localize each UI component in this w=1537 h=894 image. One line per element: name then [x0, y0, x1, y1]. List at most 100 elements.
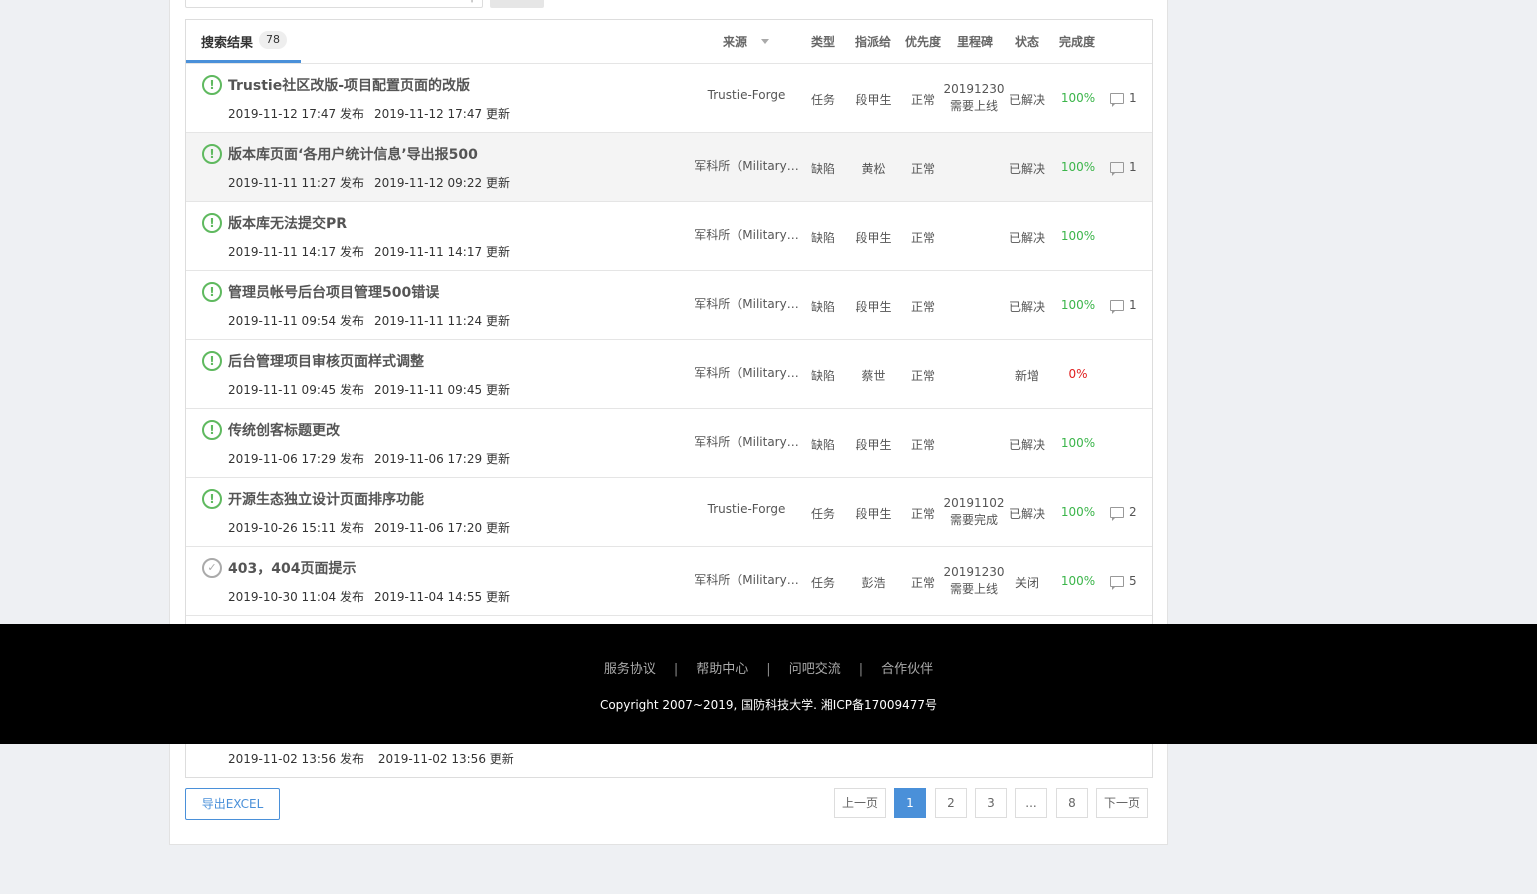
updated-label: 更新 — [489, 752, 514, 766]
published-label: 发布 — [339, 383, 364, 397]
issue-title[interactable]: 版本库无法提交PR — [228, 213, 347, 233]
issue-source: Trustie-Forge — [707, 88, 786, 102]
comment-count[interactable]: 2 — [1110, 505, 1142, 521]
issue-progress: 100% — [1060, 160, 1096, 174]
updated-time: 2019-11-11 09:45 — [373, 383, 483, 397]
issue-progress: 100% — [1060, 298, 1096, 312]
updated-label: 更新 — [485, 383, 510, 397]
tab-label: 搜索结果 — [201, 36, 254, 51]
search-input[interactable]: ⚲ — [185, 0, 483, 8]
issue-priority: 正常 — [910, 300, 935, 314]
footer-separator: | — [673, 662, 679, 677]
exclamation-icon: ! — [202, 420, 222, 440]
issue-meta: 2019-11-11 11:27 发布 2019-11-12 09:22 更新 — [228, 174, 510, 191]
updated-label: 更新 — [485, 245, 510, 259]
issue-progress: 100% — [1060, 505, 1096, 519]
updated-label: 更新 — [485, 521, 510, 535]
footer-link-help[interactable]: 帮助中心 — [696, 662, 748, 677]
table-row[interactable]: ! 版本库页面‘各用户统计信息’导出报500 2019-11-11 11:27 发布… — [186, 133, 1152, 202]
chevron-down-icon[interactable] — [761, 39, 769, 44]
exclamation-icon: ! — [202, 213, 222, 233]
page-ellipsis: ... — [1015, 788, 1047, 818]
issue-meta: 2019-10-30 11:04 发布 2019-11-04 14:55 更新 — [228, 588, 510, 605]
footer-link-forum[interactable]: 问吧交流 — [789, 662, 841, 677]
comment-count[interactable]: 1 — [1110, 160, 1142, 176]
updated-label: 更新 — [485, 176, 510, 190]
tab-search-results[interactable]: 搜索结果 78 — [186, 20, 301, 63]
table-row[interactable]: ✓ 403，404页面提示 2019-10-30 11:04 发布 2019-11-0… — [186, 547, 1152, 616]
issue-progress: 100% — [1060, 574, 1096, 588]
issue-title[interactable]: 后台管理项目审核页面样式调整 — [228, 351, 424, 371]
issue-milestone: 20191102 需要完成 — [943, 495, 1005, 529]
next-page-button[interactable]: 下一页 — [1096, 788, 1148, 818]
table-row[interactable]: ! 版本库无法提交PR 2019-11-11 14:17 发布 2019-11-11 … — [186, 202, 1152, 271]
issue-source: 军科所（Military… — [694, 435, 799, 449]
issue-type: 缺陷 — [810, 231, 835, 245]
published-label: 发布 — [339, 176, 364, 190]
issue-status: 已解决 — [1008, 438, 1045, 452]
issue-title[interactable]: 传统创客标题更改 — [228, 420, 340, 440]
comment-count[interactable]: 1 — [1110, 298, 1142, 314]
milestone-date: 20191230 — [943, 565, 1005, 579]
updated-time: 2019-11-06 17:29 — [373, 452, 483, 466]
table-row[interactable]: ! 管理员帐号后台项目管理500错误 2019-11-11 09:54 发布 2019… — [186, 271, 1152, 340]
published-label: 发布 — [339, 590, 364, 604]
issue-status: 关闭 — [1014, 576, 1039, 590]
issue-progress: 0% — [1068, 367, 1088, 381]
issue-status: 已解决 — [1008, 231, 1045, 245]
footer-link-terms[interactable]: 服务协议 — [604, 662, 656, 677]
table-row[interactable]: ! Trustie社区改版-项目配置页面的改版 2019-11-12 17:47 发… — [186, 64, 1152, 133]
page-button-3[interactable]: 3 — [975, 788, 1007, 818]
issue-type: 缺陷 — [810, 300, 835, 314]
milestone-note: 需要上线 — [949, 582, 998, 596]
updated-time: 2019-11-12 17:47 — [373, 107, 483, 121]
issue-assignee: 彭浩 — [861, 576, 886, 590]
issue-status: 已解决 — [1008, 162, 1045, 176]
column-milestone: 里程碑 — [957, 35, 994, 49]
published-time: 2019-11-11 11:27 — [228, 176, 337, 190]
comment-count-value: 5 — [1129, 574, 1137, 588]
issue-title[interactable]: Trustie社区改版-项目配置页面的改版 — [228, 75, 470, 95]
milestone-note: 需要完成 — [949, 513, 998, 527]
table-row[interactable]: ! 传统创客标题更改 2019-11-06 17:29 发布 2019-11-06 1… — [186, 409, 1152, 478]
issue-title[interactable]: 版本库页面‘各用户统计信息’导出报500 — [228, 144, 478, 164]
footer-link-partners[interactable]: 合作伙伴 — [881, 662, 933, 677]
issue-type: 缺陷 — [810, 162, 835, 176]
published-time: 2019-11-11 09:54 — [228, 314, 337, 328]
issue-assignee: 段甲生 — [855, 93, 892, 107]
issue-priority: 正常 — [910, 231, 935, 245]
search-icon[interactable]: ⚲ — [468, 0, 476, 4]
table-row[interactable]: ! 开源生态独立设计页面排序功能 2019-10-26 15:11 发布 2019-1… — [186, 478, 1152, 547]
export-excel-button[interactable]: 导出EXCEL — [185, 788, 280, 820]
updated-time: 2019-11-11 11:24 — [373, 314, 483, 328]
issue-source: 军科所（Military… — [694, 366, 799, 380]
issue-title[interactable]: 管理员帐号后台项目管理500错误 — [228, 282, 439, 302]
comment-icon — [1110, 93, 1124, 107]
issue-type: 任务 — [810, 93, 835, 107]
prev-page-button[interactable]: 上一页 — [834, 788, 886, 818]
issue-title[interactable]: 开源生态独立设计页面排序功能 — [228, 489, 424, 509]
list-header: 搜索结果 78 来源 类型 指派给 优先度 里程碑 状态 完成度 — [186, 20, 1152, 64]
issue-priority: 正常 — [910, 438, 935, 452]
published-label: 发布 — [339, 107, 364, 121]
comment-count[interactable]: 1 — [1110, 91, 1142, 107]
result-count-badge: 78 — [259, 31, 287, 49]
page-button-1[interactable]: 1 — [894, 788, 926, 818]
issue-meta: 2019-11-11 09:45 发布 2019-11-11 09:45 更新 — [228, 381, 510, 398]
column-source[interactable]: 来源 — [723, 33, 747, 50]
published-time: 2019-11-06 17:29 — [228, 452, 337, 466]
issue-priority: 正常 — [910, 507, 935, 521]
issue-milestone: 20191230 需要上线 — [943, 564, 1005, 598]
issue-title[interactable]: 403，404页面提示 — [228, 558, 356, 578]
issue-priority: 正常 — [910, 162, 935, 176]
page-button-2[interactable]: 2 — [935, 788, 967, 818]
page-button-8[interactable]: 8 — [1056, 788, 1088, 818]
exclamation-icon: ! — [202, 75, 222, 95]
issue-priority: 正常 — [910, 576, 935, 590]
table-row[interactable]: ! 后台管理项目审核页面样式调整 2019-11-11 09:45 发布 2019-1… — [186, 340, 1152, 409]
issue-assignee: 黄松 — [861, 162, 886, 176]
comment-count[interactable]: 5 — [1110, 574, 1142, 590]
search-button[interactable] — [490, 0, 544, 8]
issue-assignee: 段甲生 — [855, 300, 892, 314]
comment-count-value: 2 — [1129, 505, 1137, 519]
